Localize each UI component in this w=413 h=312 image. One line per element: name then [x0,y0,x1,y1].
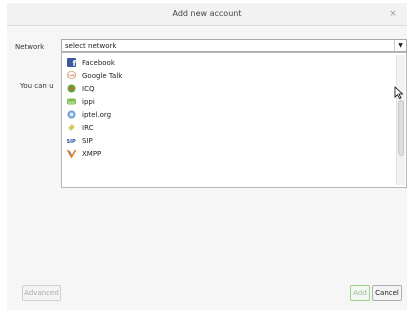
list-item-irc[interactable]: IRC [62,121,396,134]
svg-text:ippi: ippi [68,99,75,104]
dialog-content: Network select network ▼ You can u Advan… [7,26,407,310]
svg-text:talk: talk [68,74,76,78]
list-item-label: Facebook [82,58,115,67]
list-item-google-talk[interactable]: talk Google Talk [62,69,396,82]
dropdown-scrollbar[interactable] [396,55,405,185]
xmpp-icon [67,149,76,158]
network-list: f Facebook talk Google Talk ICQ ippi ipp… [62,56,396,160]
sip-icon: SIP [67,136,76,145]
advanced-button[interactable]: Advanced [22,285,61,301]
list-item-label: Google Talk [82,71,123,80]
list-item-facebook[interactable]: f Facebook [62,56,396,69]
list-item-label: ICQ [82,84,95,93]
close-icon[interactable]: × [387,8,399,20]
icq-icon [67,84,76,93]
window-title: Add new account [172,9,242,18]
chevron-down-icon[interactable]: ▼ [394,40,406,51]
scrollbar-thumb[interactable] [398,100,404,156]
list-item-label: SIP [82,136,93,145]
title-bar: Add new account × [7,3,407,26]
list-item-label: IRC [82,123,94,132]
network-dropdown-list[interactable]: f Facebook talk Google Talk ICQ ippi ipp… [61,52,407,188]
network-label: Network [15,43,45,51]
iptel-icon [67,110,76,119]
facebook-icon: f [67,58,76,67]
list-item-label: XMPP [82,149,102,158]
svg-text:f: f [73,59,77,67]
network-select-value: select network [65,42,117,50]
irc-icon [67,123,76,132]
list-item-icq[interactable]: ICQ [62,82,396,95]
list-item-ippi[interactable]: ippi ippi [62,95,396,108]
hint-text: You can u [20,82,54,90]
list-item-sip[interactable]: SIP SIP [62,134,396,147]
add-button[interactable]: Add [350,285,370,301]
list-item-iptel[interactable]: iptel.org [62,108,396,121]
list-item-label: iptel.org [82,110,112,119]
list-item-xmpp[interactable]: XMPP [62,147,396,160]
svg-text:SIP: SIP [67,139,76,145]
google-talk-icon: talk [67,71,76,80]
cancel-button[interactable]: Cancel [372,285,402,301]
ippi-icon: ippi [67,97,76,106]
network-select[interactable]: select network ▼ [61,39,407,52]
list-item-label: ippi [82,97,95,106]
mouse-cursor-icon [394,86,404,100]
